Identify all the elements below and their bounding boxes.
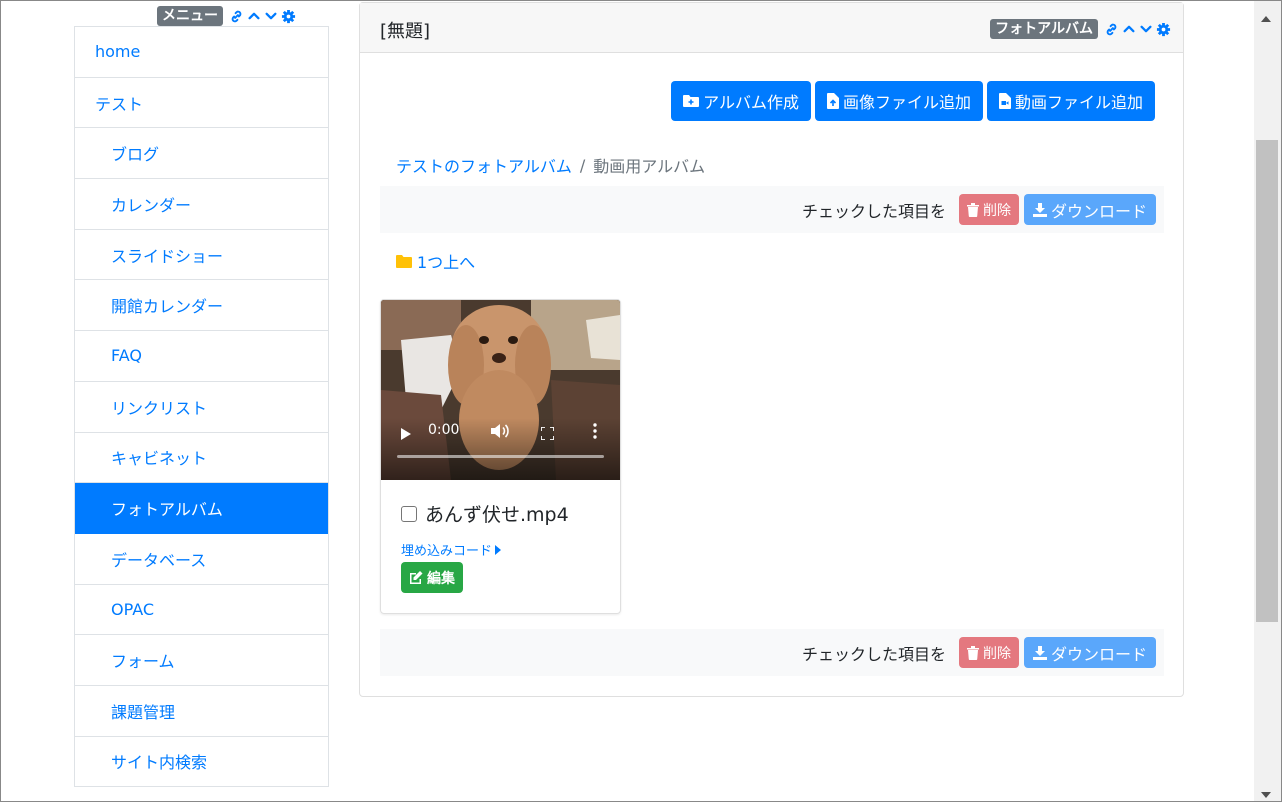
menu-list: home テスト ブログ カレンダー スライドショー 開館カレンダー FAQ リ… xyxy=(74,26,329,788)
scroll-down-arrow-icon[interactable] xyxy=(1261,783,1271,802)
frame-plugin-badge: フォトアルバム xyxy=(990,19,1098,39)
caret-right-icon xyxy=(495,544,502,555)
trash-icon xyxy=(966,645,979,660)
menu-item-test[interactable]: テスト xyxy=(75,78,328,129)
parent-folder-link[interactable]: 1つ上へ xyxy=(396,249,475,273)
create-album-button[interactable]: アルバム作成 xyxy=(671,81,811,121)
gear-icon[interactable] xyxy=(1156,22,1171,37)
video-time: 0:00 xyxy=(428,422,460,438)
chevron-down-icon[interactable] xyxy=(264,9,278,23)
more-options-icon[interactable] xyxy=(593,423,597,443)
edit-icon xyxy=(410,571,423,584)
menu-frame-bar: メニュー xyxy=(157,6,296,26)
vertical-scrollbar[interactable] xyxy=(1254,1,1281,801)
download-icon xyxy=(1032,202,1047,217)
menu-item-form[interactable]: フォーム xyxy=(75,635,328,686)
folder-icon xyxy=(396,254,412,268)
download-icon xyxy=(1032,645,1047,660)
menu-item-task-management[interactable]: 課題管理 xyxy=(75,686,328,737)
bulk-action-label: チェックした項目を xyxy=(801,201,946,221)
bulk-download-button[interactable]: ダウンロード xyxy=(1023,194,1156,225)
breadcrumb-parent-link[interactable]: テストのフォトアルバム xyxy=(396,153,572,177)
photoalbum-frame: [無題] フォトアルバム アルバム作成 画像ファイル追加 動画ファイル追加 テス… xyxy=(359,2,1184,697)
link-icon[interactable] xyxy=(229,9,244,24)
embed-code-toggle[interactable]: 埋め込みコード xyxy=(401,540,502,559)
bulk-action-label: チェックした項目を xyxy=(801,644,946,664)
edit-button[interactable]: 編集 xyxy=(401,562,463,593)
menu-frame-controls xyxy=(229,9,296,24)
menu-item-opac[interactable]: OPAC xyxy=(75,585,328,636)
video-item-card: 0:00 あんず伏せ.mp4 埋め込みコード 編集 xyxy=(380,299,621,614)
breadcrumb-separator: / xyxy=(579,155,586,175)
bulk-action-bar-top: チェックした項目を 削除 ダウンロード xyxy=(380,186,1164,233)
file-upload-icon xyxy=(826,93,839,109)
fullscreen-icon[interactable] xyxy=(540,425,555,444)
add-video-button[interactable]: 動画ファイル追加 xyxy=(986,81,1155,121)
scroll-up-arrow-icon[interactable] xyxy=(1261,7,1271,26)
menu-item-calendar[interactable]: カレンダー xyxy=(75,179,328,230)
volume-icon[interactable] xyxy=(491,423,509,443)
bulk-delete-button[interactable]: 削除 xyxy=(958,637,1019,668)
bulk-action-bar-bottom: チェックした項目を 削除 ダウンロード xyxy=(380,629,1164,676)
menu-item-slideshow[interactable]: スライドショー xyxy=(75,230,328,281)
play-icon[interactable] xyxy=(401,425,411,444)
video-progress-track[interactable] xyxy=(397,455,604,458)
menu-item-blog[interactable]: ブログ xyxy=(75,128,328,180)
chevron-down-icon[interactable] xyxy=(1139,22,1153,36)
file-select-row: あんず伏せ.mp4 xyxy=(401,500,569,527)
bulk-download-button[interactable]: ダウンロード xyxy=(1023,637,1156,668)
folder-plus-icon xyxy=(683,95,700,107)
album-actions: アルバム作成 画像ファイル追加 動画ファイル追加 xyxy=(671,81,1155,121)
link-icon[interactable] xyxy=(1104,22,1119,37)
menu-frame-badge: メニュー xyxy=(157,6,223,26)
chevron-up-icon[interactable] xyxy=(1122,22,1136,36)
menu-item-faq[interactable]: FAQ xyxy=(75,331,328,382)
file-name: あんず伏せ.mp4 xyxy=(425,504,569,526)
menu-item-opening-calendar[interactable]: 開館カレンダー xyxy=(75,280,328,332)
scrollbar-thumb[interactable] xyxy=(1256,140,1278,622)
bulk-delete-button[interactable]: 削除 xyxy=(958,194,1019,225)
menu-item-site-search[interactable]: サイト内検索 xyxy=(75,737,328,788)
file-select-checkbox[interactable] xyxy=(401,505,417,522)
breadcrumb: テストのフォトアルバム / 動画用アルバム xyxy=(396,153,705,177)
frame-controls: フォトアルバム xyxy=(990,18,1171,40)
menu-item-home[interactable]: home xyxy=(75,27,328,78)
frame-title: [無題] xyxy=(380,21,431,42)
breadcrumb-current: 動画用アルバム xyxy=(593,157,706,176)
file-video-icon xyxy=(998,93,1011,109)
trash-icon xyxy=(966,202,979,217)
gear-icon[interactable] xyxy=(281,9,296,24)
menu-item-linklist[interactable]: リンクリスト xyxy=(75,382,328,433)
menu-item-photoalbum[interactable]: フォトアルバム xyxy=(75,483,328,534)
chevron-up-icon[interactable] xyxy=(247,9,261,23)
frame-header: [無題] フォトアルバム xyxy=(360,3,1183,53)
frame-control-icons xyxy=(1104,22,1171,37)
video-player[interactable]: 0:00 xyxy=(381,300,620,480)
menu-item-cabinet[interactable]: キャビネット xyxy=(75,433,328,484)
menu-item-database[interactable]: データベース xyxy=(75,534,328,585)
add-image-button[interactable]: 画像ファイル追加 xyxy=(814,81,983,121)
